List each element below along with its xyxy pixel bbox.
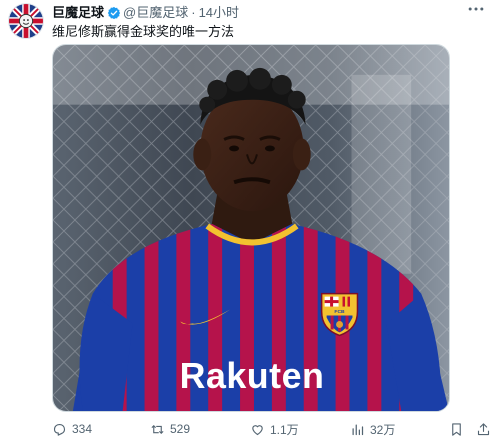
post-image[interactable]: FCB Rakuten [52,44,450,412]
verified-badge-icon [107,6,121,20]
like-count: 1.1万 [270,422,299,437]
repost-icon [151,424,164,434]
svg-text:FCB: FCB [334,309,345,315]
bookmark-button[interactable] [449,419,464,439]
like-button[interactable]: 1.1万 [250,419,299,439]
post-header: 巨魔足球 @巨魔足球 · 14小时 [52,5,239,21]
author-name[interactable]: 巨魔足球 [52,5,104,21]
post-time[interactable]: 14小时 [199,5,239,21]
more-horizontal-icon [468,7,484,11]
reply-button[interactable]: 334 [52,419,92,439]
player-photo: FCB Rakuten [53,45,449,411]
repost-count: 529 [170,422,191,436]
more-options-button[interactable] [464,3,488,21]
separator-dot: · [191,5,196,20]
share-icon [477,422,490,435]
view-count: 32万 [370,422,396,437]
author-handle[interactable]: @巨魔足球 [123,5,188,21]
action-bar: 334 529 1.1万 32万 [52,419,492,439]
reply-count: 334 [72,422,93,436]
share-button[interactable] [476,419,491,439]
repost-button[interactable]: 529 [150,419,190,439]
bookmark-icon [452,422,461,436]
post-text: 维尼修斯赢得金球奖的唯一方法 [52,24,235,39]
views-button[interactable]: 32万 [350,419,395,439]
avatar-flag-image [9,4,43,38]
reply-icon [53,423,66,436]
avatar[interactable] [8,3,44,39]
kit-sponsor-text: Rakuten [180,356,325,396]
like-icon [252,424,263,435]
views-icon [352,424,364,435]
